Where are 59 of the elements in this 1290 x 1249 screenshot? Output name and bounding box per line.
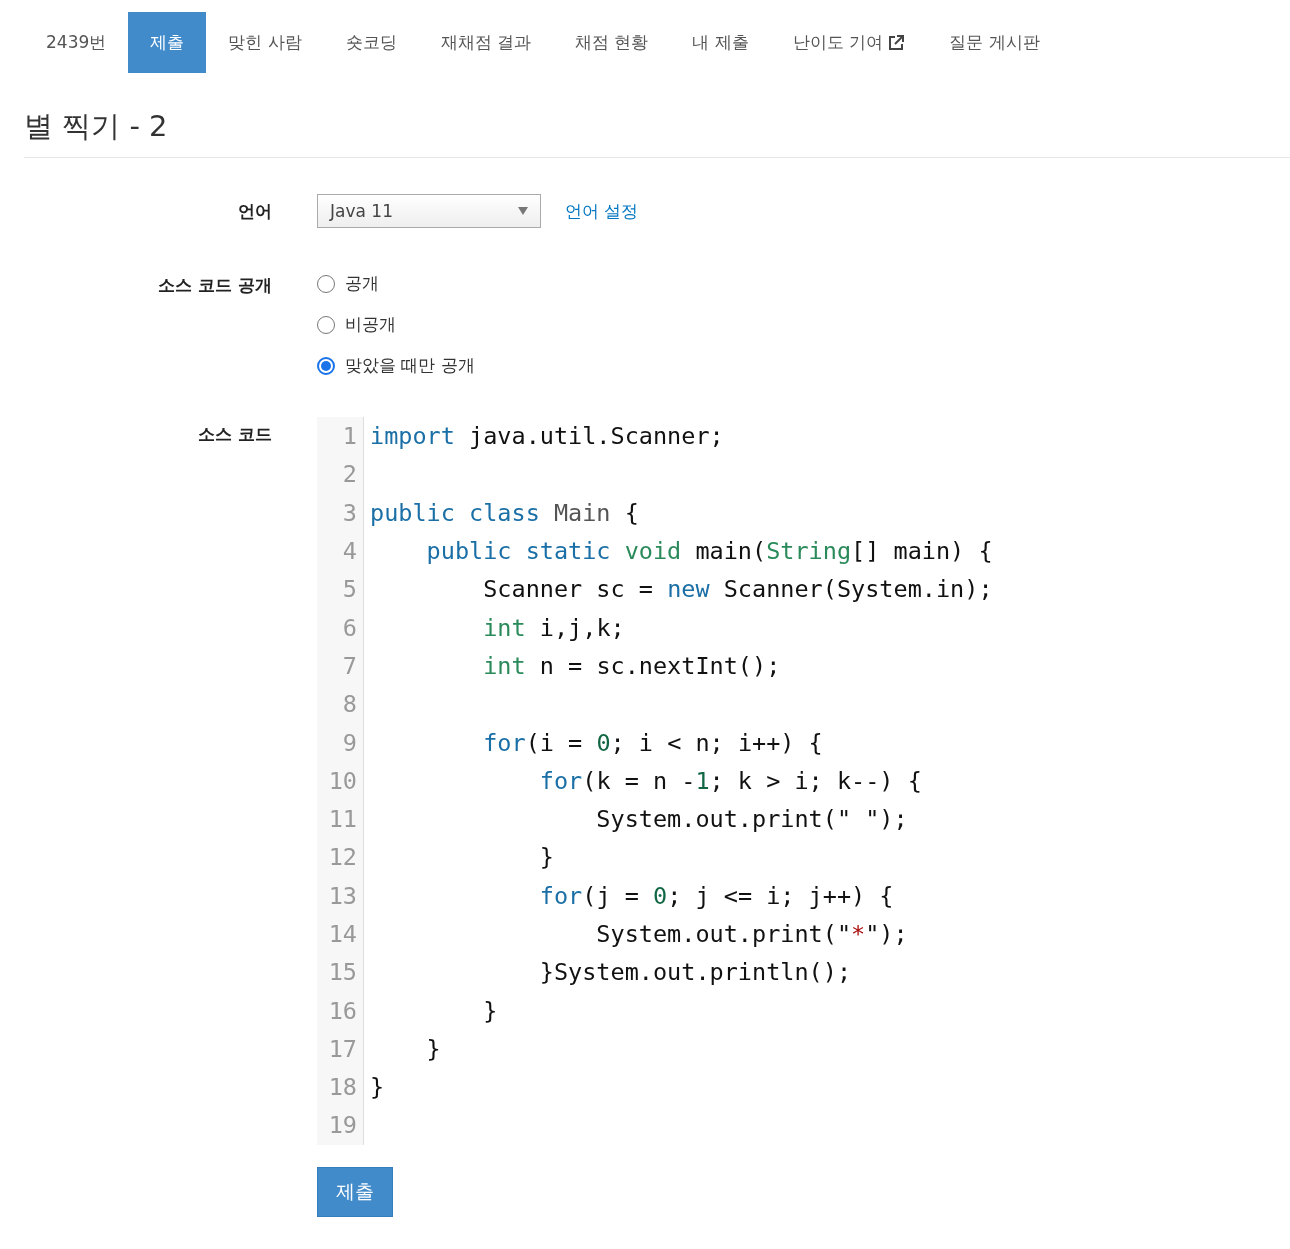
nav-tab[interactable]: 2439번 — [24, 12, 129, 73]
form-label: 언어 — [237, 200, 272, 223]
line-number: 5 — [317, 570, 364, 609]
submit-button[interactable]: 제출 — [317, 1166, 393, 1217]
radio-label: 공개 — [345, 272, 379, 295]
code-line: System.out.print(" "); — [595, 805, 908, 834]
radio-button-icon[interactable] — [317, 356, 335, 375]
line-number: 16 — [317, 991, 364, 1030]
page-title: 별 찍기 - 2 — [24, 107, 1290, 158]
line-number: 11 — [317, 799, 364, 839]
line-number: 14 — [317, 914, 364, 954]
code-line: import java.util.Scanner; — [369, 422, 724, 451]
line-number: 2 — [317, 455, 364, 494]
caret-icon — [518, 207, 528, 215]
nav-tab[interactable]: 질문 게시판 — [927, 12, 1062, 73]
line-number: 3 — [317, 493, 364, 532]
nav-tab[interactable]: 난이도 기여 — [770, 12, 928, 73]
radio-label: 맞았을 때만 공개 — [345, 354, 475, 377]
language-settings-link[interactable]: 언어 설정 — [565, 199, 639, 223]
line-number: 9 — [317, 723, 364, 762]
line-number: 1 — [317, 417, 364, 456]
code-line: public class Main { — [369, 498, 639, 527]
nav-tab[interactable]: 내 제출 — [670, 12, 771, 73]
radio-option[interactable]: 맞았을 때만 공개 — [317, 354, 1290, 377]
code-line: int i,j,k; — [482, 613, 625, 642]
code-line: for(j = 0; j <= i; j++) { — [538, 881, 894, 910]
nav-tab[interactable]: 제출 — [128, 12, 207, 73]
code-line: }System.out.println(); — [538, 958, 852, 987]
radio-option[interactable]: 비공개 — [317, 313, 1290, 336]
code-line: public static void main(String[] main) { — [425, 537, 993, 566]
form-label: 소스 코드 — [197, 423, 272, 446]
code-line: } — [425, 1034, 441, 1063]
line-number: 17 — [317, 1029, 364, 1069]
code-line: Scanner sc = new Scanner(System.in); — [482, 575, 993, 604]
line-number: 12 — [317, 838, 364, 877]
line-number: 8 — [317, 685, 364, 724]
radio-option[interactable]: 공개 — [317, 272, 1290, 295]
line-number: 7 — [317, 646, 364, 686]
line-number: 18 — [317, 1068, 364, 1107]
line-number: 13 — [317, 876, 364, 915]
line-number: 6 — [317, 608, 364, 647]
line-number: 19 — [317, 1106, 364, 1145]
radio-label: 비공개 — [345, 313, 396, 336]
nav-tab[interactable]: 맞힌 사람 — [206, 12, 324, 73]
nav-tab[interactable]: 채점 현황 — [553, 12, 671, 73]
line-number: 10 — [317, 761, 364, 800]
code-line: } — [482, 996, 498, 1025]
form-label: 소스 코드 공개 — [157, 274, 272, 297]
code-line: System.out.print("*"); — [595, 920, 908, 948]
code-line: } — [369, 1073, 385, 1102]
language-select[interactable]: Java 11 — [317, 194, 541, 228]
line-number: 4 — [317, 531, 364, 571]
code-line: for(i = 0; i < n; i++) { — [482, 728, 823, 757]
code-line: int n = sc.nextInt(); — [482, 651, 781, 680]
code-line: } — [538, 843, 554, 872]
nav-tab[interactable]: 재채점 결과 — [418, 12, 554, 73]
nav-tab[interactable]: 숏코딩 — [323, 12, 419, 73]
line-number: 15 — [317, 953, 364, 992]
code-line: for(k = n -1; k > i; k--) { — [538, 766, 922, 795]
